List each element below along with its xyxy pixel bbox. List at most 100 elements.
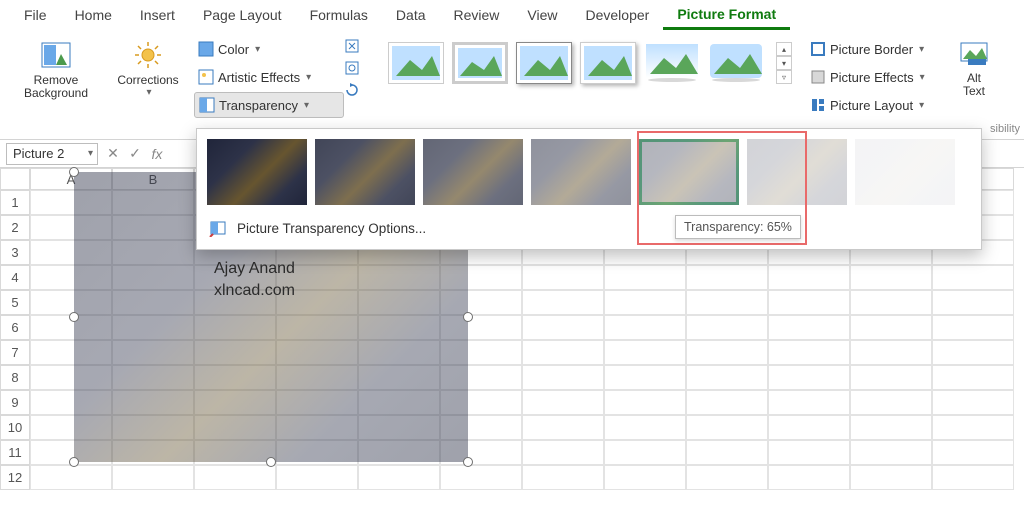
resize-handle-bl[interactable] xyxy=(69,457,79,467)
row-header[interactable]: 10 xyxy=(0,415,30,440)
cell[interactable] xyxy=(932,340,1014,365)
cell[interactable] xyxy=(604,340,686,365)
row-header[interactable]: 1 xyxy=(0,190,30,215)
resize-handle-r[interactable] xyxy=(463,312,473,322)
row-header[interactable]: 9 xyxy=(0,390,30,415)
tab-data[interactable]: Data xyxy=(382,2,440,28)
cell[interactable] xyxy=(194,465,276,490)
cell[interactable] xyxy=(604,465,686,490)
picture-transparency-options[interactable]: Picture Transparency Options... xyxy=(205,209,973,239)
cell[interactable] xyxy=(358,465,440,490)
cell[interactable] xyxy=(686,415,768,440)
style-gallery-up[interactable]: ▴ xyxy=(776,42,792,56)
cell[interactable] xyxy=(850,265,932,290)
cell[interactable] xyxy=(604,390,686,415)
row-header[interactable]: 7 xyxy=(0,340,30,365)
row-header[interactable]: 4 xyxy=(0,265,30,290)
cell[interactable] xyxy=(850,465,932,490)
cell[interactable] xyxy=(686,340,768,365)
tab-insert[interactable]: Insert xyxy=(126,2,189,28)
cell[interactable] xyxy=(932,415,1014,440)
cell[interactable] xyxy=(604,315,686,340)
change-picture-icon[interactable] xyxy=(344,60,360,76)
style-preset-3[interactable] xyxy=(516,42,572,84)
cell[interactable] xyxy=(686,390,768,415)
resize-handle-tl[interactable] xyxy=(69,167,79,177)
resize-handle-br[interactable] xyxy=(463,457,473,467)
transparency-preset-50[interactable] xyxy=(531,139,631,205)
reset-picture-icon[interactable] xyxy=(344,82,360,98)
cell[interactable] xyxy=(522,365,604,390)
cell[interactable] xyxy=(768,415,850,440)
cell[interactable] xyxy=(112,465,194,490)
cell[interactable] xyxy=(686,365,768,390)
tab-formulas[interactable]: Formulas xyxy=(296,2,382,28)
transparency-button[interactable]: Transparency ▾ xyxy=(194,92,344,118)
cell[interactable] xyxy=(932,465,1014,490)
cell[interactable] xyxy=(932,390,1014,415)
compress-pictures-icon[interactable] xyxy=(344,38,360,54)
cell[interactable] xyxy=(604,290,686,315)
artistic-effects-button[interactable]: Artistic Effects ▾ xyxy=(194,64,344,90)
cell[interactable] xyxy=(768,365,850,390)
formula-accept-icon[interactable]: ✓ xyxy=(126,145,144,162)
picture-border-button[interactable]: Picture Border ▾ xyxy=(806,36,940,62)
row-header[interactable]: 11 xyxy=(0,440,30,465)
cell[interactable] xyxy=(850,390,932,415)
name-box[interactable]: Picture 2 ▾ xyxy=(6,143,98,165)
transparency-preset-15[interactable] xyxy=(315,139,415,205)
row-header[interactable]: 6 xyxy=(0,315,30,340)
cell[interactable] xyxy=(686,315,768,340)
cell[interactable] xyxy=(932,365,1014,390)
style-preset-6[interactable] xyxy=(708,42,764,84)
corrections-button[interactable]: Corrections ▾ xyxy=(108,36,188,122)
cell[interactable] xyxy=(604,440,686,465)
cell[interactable] xyxy=(768,290,850,315)
cell[interactable] xyxy=(850,290,932,315)
tab-page-layout[interactable]: Page Layout xyxy=(189,2,296,28)
cell[interactable] xyxy=(522,340,604,365)
cell[interactable] xyxy=(30,465,112,490)
color-button[interactable]: Color ▾ xyxy=(194,36,344,62)
cell[interactable] xyxy=(850,365,932,390)
cell[interactable] xyxy=(604,365,686,390)
cell[interactable] xyxy=(686,290,768,315)
cell[interactable] xyxy=(440,465,522,490)
style-preset-2[interactable] xyxy=(452,42,508,84)
cell[interactable] xyxy=(686,440,768,465)
row-header[interactable]: 3 xyxy=(0,240,30,265)
cell[interactable] xyxy=(768,390,850,415)
tab-home[interactable]: Home xyxy=(61,2,126,28)
cell[interactable] xyxy=(932,265,1014,290)
style-preset-1[interactable] xyxy=(388,42,444,84)
cell[interactable] xyxy=(850,415,932,440)
transparency-preset-65[interactable] xyxy=(639,139,739,205)
cell[interactable] xyxy=(850,440,932,465)
cell[interactable] xyxy=(768,440,850,465)
cell[interactable] xyxy=(604,265,686,290)
row-header[interactable]: 5 xyxy=(0,290,30,315)
cell[interactable] xyxy=(768,340,850,365)
fx-icon[interactable]: fx xyxy=(148,146,166,162)
style-preset-5[interactable] xyxy=(644,42,700,84)
style-preset-4[interactable] xyxy=(580,42,636,84)
cell[interactable] xyxy=(522,415,604,440)
cell[interactable] xyxy=(768,315,850,340)
cell[interactable] xyxy=(686,265,768,290)
resize-handle-b[interactable] xyxy=(266,457,276,467)
tab-developer[interactable]: Developer xyxy=(572,2,664,28)
row-header[interactable]: 8 xyxy=(0,365,30,390)
cell[interactable] xyxy=(522,390,604,415)
cell[interactable] xyxy=(768,265,850,290)
cell[interactable] xyxy=(522,315,604,340)
style-gallery-down[interactable]: ▾ xyxy=(776,56,792,70)
picture-layout-button[interactable]: Picture Layout ▾ xyxy=(806,92,940,118)
select-all-triangle[interactable] xyxy=(0,168,30,190)
cell[interactable] xyxy=(932,440,1014,465)
style-gallery-more[interactable]: ▿ xyxy=(776,70,792,84)
transparency-preset-95[interactable] xyxy=(855,139,955,205)
cell[interactable] xyxy=(686,465,768,490)
row-header[interactable]: 2 xyxy=(0,215,30,240)
row-header[interactable]: 12 xyxy=(0,465,30,490)
cell[interactable] xyxy=(932,315,1014,340)
